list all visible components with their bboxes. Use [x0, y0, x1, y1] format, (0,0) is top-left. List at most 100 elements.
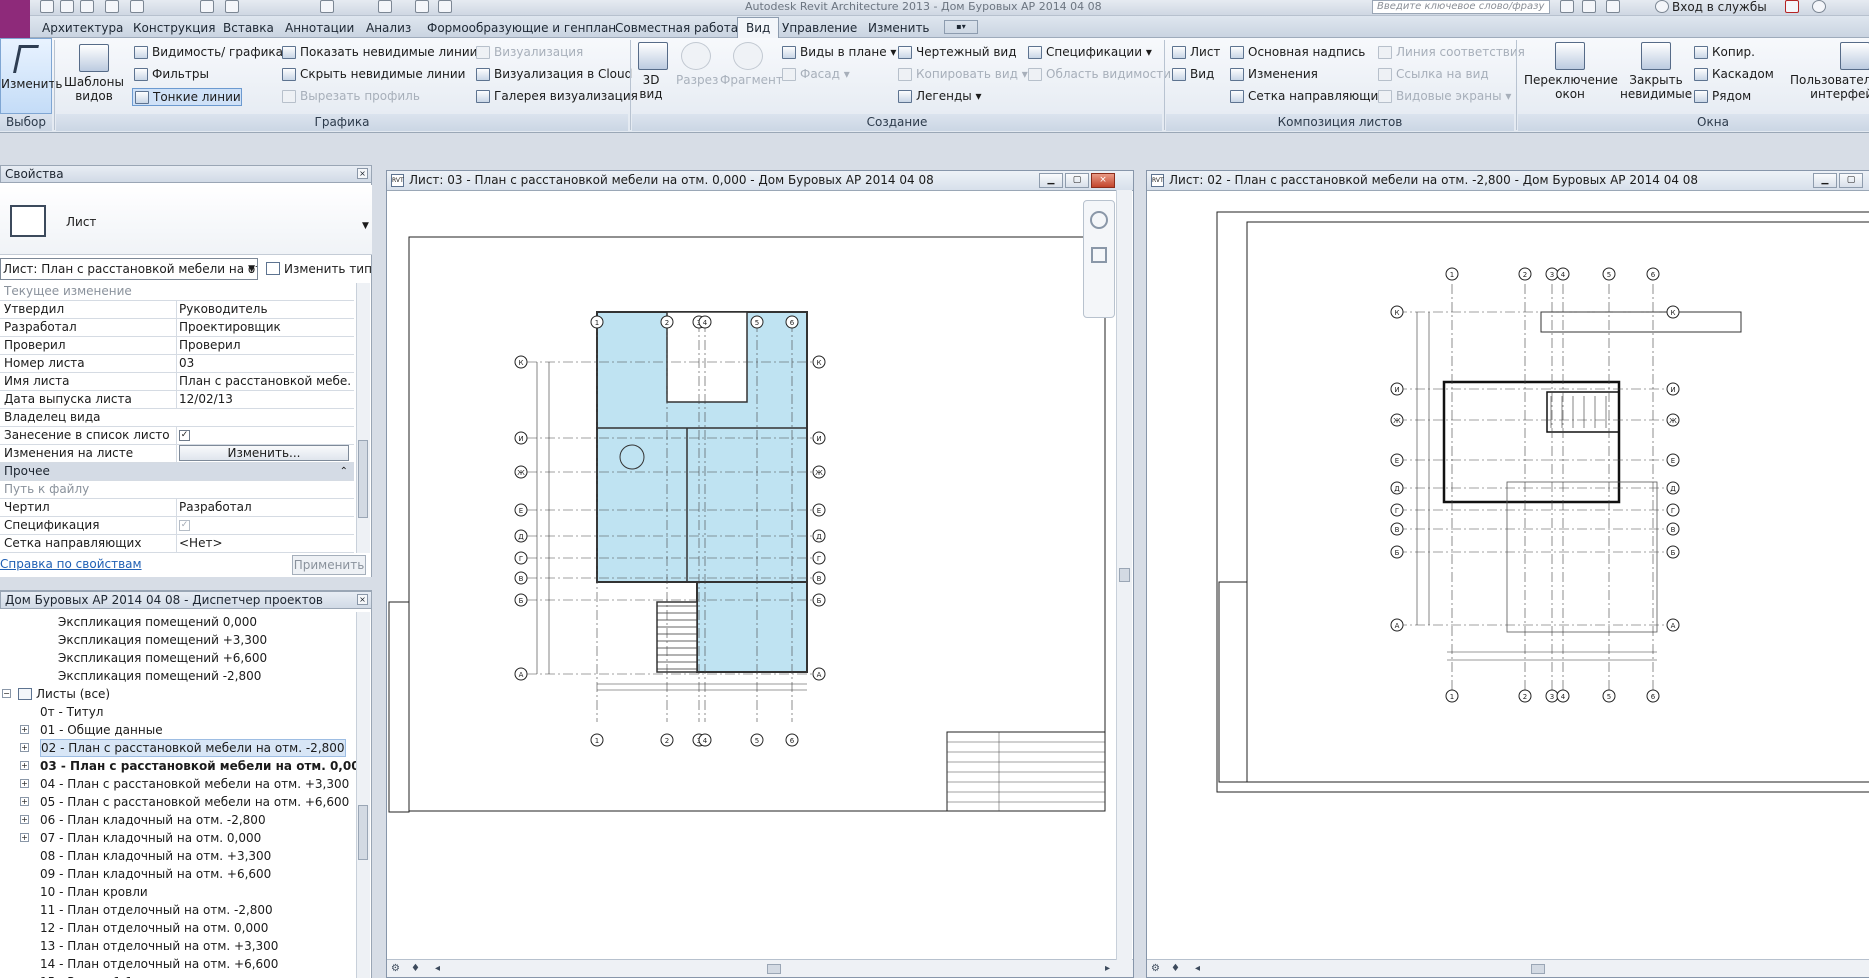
title-block-button[interactable]: Основная надпись — [1230, 44, 1365, 62]
browser-tree-item[interactable]: +07 - План кладочный на отм. 0,000 — [0, 829, 354, 847]
scroll-left-icon[interactable]: ◂ — [435, 963, 447, 975]
elevation-button[interactable]: Фасад ▾ — [782, 66, 850, 84]
exchange-icon[interactable] — [1785, 0, 1799, 13]
property-value[interactable]: План с расстановкой мебе... — [176, 373, 350, 390]
render-button[interactable]: Визуализация — [476, 44, 583, 62]
browser-tree-item[interactable]: +05 - План с расстановкой мебели на отм.… — [0, 793, 354, 811]
tab-annotate[interactable]: Аннотации — [283, 18, 356, 38]
property-row[interactable]: Путь к файлу — [0, 481, 354, 499]
switch-windows-icon[interactable] — [378, 0, 392, 13]
filters-button[interactable]: Фильтры — [134, 66, 209, 84]
modify-button[interactable]: Изменить — [0, 38, 63, 114]
scroll-right-icon[interactable]: ▸ — [1105, 963, 1117, 975]
browser-tree-item[interactable]: 14 - План отделочный на отм. +6,600 — [0, 955, 354, 973]
tab-collaborate[interactable]: Совместная работа — [613, 18, 740, 38]
property-row[interactable]: Спецификация ✓ — [0, 517, 354, 535]
apply-button[interactable]: Применить — [292, 555, 366, 575]
tab-manage[interactable]: Управление — [780, 18, 859, 38]
chevron-down-icon[interactable]: ▼ — [248, 259, 255, 279]
browser-tree-item[interactable]: +04 - План с расстановкой мебели на отм.… — [0, 775, 354, 793]
visibility-graphics-button[interactable]: Видимость/ графика — [134, 44, 283, 62]
property-value[interactable]: 12/02/13 — [176, 391, 350, 408]
property-value[interactable]: Руководитель — [176, 301, 350, 318]
save-icon[interactable] — [60, 0, 74, 13]
cascade-button[interactable]: Каскадом — [1694, 66, 1774, 84]
browser-scroll-thumb[interactable] — [358, 805, 368, 860]
drawing-canvas[interactable]: 112233445566ККИИЖЖЕЕДДГГВВББАА — [1147, 192, 1869, 959]
tab-modify[interactable]: Изменить — [866, 18, 932, 38]
scope-box-button[interactable]: Область видимости — [1028, 66, 1171, 84]
maximize-button[interactable]: ▢ — [1839, 173, 1863, 188]
measure-icon[interactable] — [225, 0, 239, 13]
expand-icon[interactable]: + — [20, 779, 29, 788]
binoculars-icon[interactable] — [1355, 0, 1369, 13]
collapse-icon[interactable]: − — [2, 689, 11, 698]
property-value[interactable]: ✓ — [176, 427, 350, 444]
browser-tree-item[interactable]: +06 - План кладочный на отм. -2,800 — [0, 811, 354, 829]
browser-tree-item[interactable]: Экспликация помещений 0,000 — [0, 613, 354, 631]
browser-tree-item[interactable]: +02 - План с расстановкой мебели на отм.… — [0, 739, 354, 757]
close-hidden-icon[interactable] — [415, 0, 429, 13]
open-icon[interactable] — [40, 0, 54, 13]
sign-in-menu[interactable]: Вход в службы — [1672, 0, 1767, 14]
sheet-view-03[interactable]: RVT Лист: 03 - План с расстановкой мебел… — [386, 170, 1134, 978]
remove-hidden-lines-button[interactable]: Скрыть невидимые линии — [282, 66, 465, 84]
tab-analyze[interactable]: Анализ — [364, 18, 413, 38]
sync-icon[interactable] — [80, 0, 94, 13]
matchline-button[interactable]: Линия соответствия — [1378, 44, 1525, 62]
close-icon[interactable]: × — [357, 168, 368, 179]
detail-level-icon[interactable]: ♦ — [411, 963, 423, 975]
property-row[interactable]: Разработал Проектировщик — [0, 319, 354, 337]
property-row[interactable]: Занесение в список листов ✓ — [0, 427, 354, 445]
user-interface-button[interactable]: Пользовательский интерфейс — [1790, 42, 1869, 101]
edit-revisions-button[interactable]: Изменить... — [179, 445, 349, 461]
browser-tree-item[interactable]: 13 - План отделочный на отм. +3,300 — [0, 937, 354, 955]
property-value[interactable]: Проектировщик — [176, 319, 350, 336]
property-row[interactable]: Номер листа 03 — [0, 355, 354, 373]
property-value[interactable]: ✓ — [176, 517, 350, 534]
horizontal-scroll-thumb[interactable] — [1531, 964, 1545, 974]
schedules-button[interactable]: Спецификации ▾ — [1028, 44, 1152, 62]
3d-view-button[interactable]: 3D вид — [636, 42, 670, 101]
property-group-header[interactable]: Прочее ⌃ — [0, 463, 354, 481]
property-value[interactable]: 03 — [176, 355, 350, 372]
tab-massing[interactable]: Формообразующие и генплан — [425, 18, 618, 38]
duplicate-view-button[interactable]: Копировать вид ▾ — [898, 66, 1028, 84]
steering-wheel-icon[interactable] — [1090, 211, 1108, 229]
expand-icon[interactable]: + — [20, 815, 29, 824]
tab-structure[interactable]: Конструкция — [131, 18, 217, 38]
expand-icon[interactable]: + — [20, 797, 29, 806]
expand-icon[interactable]: + — [20, 833, 29, 842]
browser-tree-item[interactable]: 11 - План отделочный на отм. -2,800 — [0, 901, 354, 919]
vertical-scrollbar[interactable] — [1116, 190, 1132, 960]
scroll-left-icon[interactable]: ◂ — [1195, 963, 1207, 975]
thin-lines-button[interactable]: Тонкие линии — [132, 88, 242, 106]
property-value[interactable]: Разработал — [176, 499, 350, 516]
drafting-view-button[interactable]: Чертежный вид — [898, 44, 1017, 62]
browser-tree-item[interactable]: 10 - План кровли — [0, 883, 354, 901]
undo-icon[interactable] — [105, 0, 119, 13]
tab-view[interactable]: Вид — [737, 17, 780, 39]
browser-tree-item[interactable]: 0т - Титул — [0, 703, 354, 721]
viewports-button[interactable]: Видовые экраны ▾ — [1378, 88, 1511, 106]
property-value[interactable]: <Нет> — [176, 535, 350, 552]
3d-view-icon[interactable] — [320, 0, 334, 13]
user-icon[interactable] — [1655, 0, 1669, 13]
view-templates-button[interactable]: Шаблоны видов — [64, 44, 124, 103]
property-row[interactable]: Проверил Проверил — [0, 337, 354, 355]
place-view-button[interactable]: Вид — [1172, 66, 1214, 84]
browser-tree-item[interactable]: Экспликация помещений +6,600 — [0, 649, 354, 667]
property-row[interactable]: Дата выпуска листа 12/02/13 — [0, 391, 354, 409]
browser-tree-item[interactable]: 08 - План кладочный на отм. +3,300 — [0, 847, 354, 865]
maximize-button[interactable]: ▢ — [1065, 173, 1089, 188]
floor-plan-drawing[interactable]: 112233445566ККИИЖЖЕЕДДГГВВББАА — [387, 192, 1133, 959]
browser-tree-item[interactable]: 09 - План кладочный на отм. +6,600 — [0, 865, 354, 883]
browser-tree-item[interactable]: Экспликация помещений -2,800 — [0, 667, 354, 685]
scale-icon[interactable]: ⚙ — [391, 963, 403, 975]
browser-tree-item[interactable]: 12 - План отделочный на отм. 0,000 — [0, 919, 354, 937]
expand-icon[interactable]: + — [20, 761, 29, 770]
property-row[interactable]: Текущее изменение — [0, 283, 354, 301]
callout-button[interactable]: Фрагмент — [720, 42, 783, 88]
vertical-scroll-thumb[interactable] — [1119, 568, 1130, 582]
sheet-button[interactable]: Лист — [1172, 44, 1220, 62]
